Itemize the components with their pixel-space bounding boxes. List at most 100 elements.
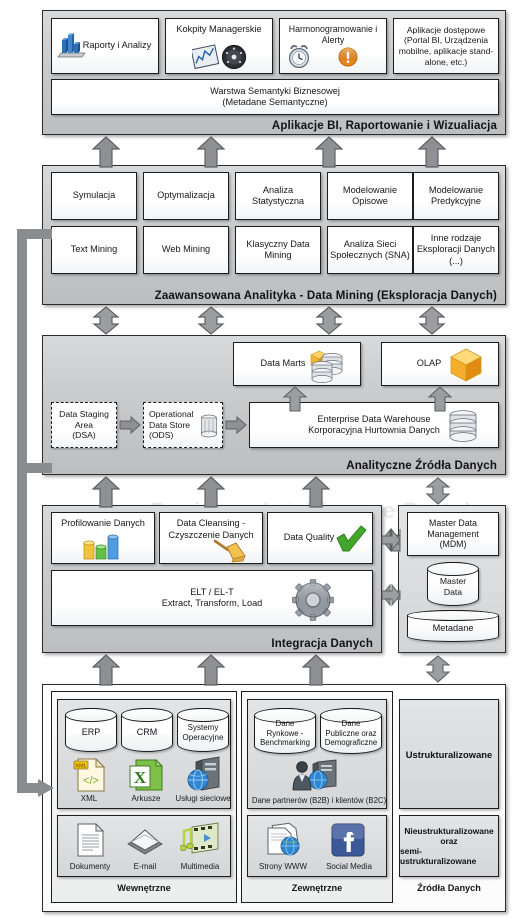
- cylinder-metadane[interactable]: Metadane: [406, 609, 500, 642]
- ods-line2: Data Store: [149, 419, 191, 430]
- semantic-layer-line2: (Metadane Semantyczne): [222, 97, 328, 107]
- multimedia-icon[interactable]: [180, 821, 220, 859]
- card-data-quality[interactable]: Data Quality: [267, 512, 373, 564]
- cylinder-dane-rynkowe[interactable]: Dane Rynkowe - Benchmarking: [253, 707, 317, 754]
- strony-www-label: Strony WWW: [259, 862, 307, 871]
- mdm-line2: Management: [427, 528, 479, 539]
- card-label: Modelowanie Opisowe: [342, 184, 398, 207]
- dane-rynkowe-line2: Rynkowe -: [266, 728, 304, 738]
- arrow-up-bi-2: [197, 136, 225, 168]
- caption-zewnetrzne: Zewnętrzne: [291, 883, 343, 893]
- layer-data-integration: Profilowanie Danych Data Cleansing - Czy…: [42, 505, 382, 653]
- card-etl[interactable]: ELT / EL-T Extract, Transform, Load: [51, 570, 373, 626]
- card-klasyczny-data-mining[interactable]: Klasyczny Data Mining: [235, 226, 321, 274]
- card-label: Klasyczny Data Mining: [246, 238, 310, 261]
- ods-line3: (ODS): [149, 430, 174, 441]
- card-data-cleansing[interactable]: Data Cleansing - Czyszczenie Danych: [159, 512, 263, 564]
- card-profilowanie-danych[interactable]: Profilowanie Danych: [51, 512, 155, 564]
- card-label: Data Quality: [283, 532, 335, 543]
- arkusze-label: Arkusze: [131, 794, 161, 803]
- caption-zrodla-danych: Źródła Danych: [417, 883, 481, 893]
- card-analiza-sieci-spolecznych[interactable]: Analiza Sieci Społecznych (SNA): [327, 226, 413, 274]
- unstructured-line1: Nieustrukturalizowane: [404, 826, 494, 836]
- band-structured-external: Dane Rynkowe - Benchmarking Dane Publicz…: [247, 699, 387, 809]
- master-data-line1: Master: [439, 576, 467, 587]
- envelope-icon[interactable]: [124, 826, 166, 858]
- card-text-mining[interactable]: Text Mining: [51, 226, 137, 274]
- layer-bi-apps: Raporty i Analizy Kokpity Managerskie Ha…: [42, 10, 506, 135]
- card-modelowanie-opisowe[interactable]: Modelowanie Opisowe: [327, 172, 413, 220]
- arrow-updown-aa-1: [92, 306, 120, 335]
- partners-server-icon[interactable]: [292, 758, 348, 792]
- semantic-layer-card[interactable]: Warstwa Semantyki Biznesowej (Metadane S…: [51, 79, 499, 115]
- web-page-globe-icon[interactable]: [264, 822, 304, 858]
- card-label: Text Mining: [70, 244, 118, 255]
- arrow-up-di-1: [92, 654, 120, 686]
- band-unstructured-external: Strony WWW Social Media: [247, 815, 387, 877]
- etl-line2: Extract, Transform, Load: [161, 598, 263, 608]
- alert-exclamation-icon: [338, 47, 358, 67]
- arrow-up-as-1: [92, 476, 120, 508]
- cylinder-dane-publiczne[interactable]: Dane Publiczne oraz Demograficzne: [319, 707, 383, 754]
- caption-wewnetrzne: Wewnętrzne: [117, 883, 171, 893]
- cylinder-crm[interactable]: CRM: [120, 707, 174, 752]
- label-structured: Ustrukturalizowane: [399, 699, 499, 809]
- arrow-updown-aa-3: [315, 306, 343, 335]
- dane-rynkowe-label: Dane Rynkowe - Benchmarking: [260, 714, 310, 747]
- database-icon: [200, 414, 218, 438]
- card-optymalizacja[interactable]: Optymalizacja: [143, 172, 229, 220]
- card-olap[interactable]: OLAP: [381, 342, 499, 386]
- card-data-marts[interactable]: Data Marts: [233, 342, 361, 386]
- card-modelowanie-predykcyjne[interactable]: Modelowanie Predykcyjne: [413, 172, 499, 220]
- svg-text:</>: </>: [83, 775, 99, 787]
- arrow-updown-mdm-top: [425, 477, 451, 505]
- etl-line1: ELT / EL-T: [190, 586, 234, 597]
- card-operational-data-store[interactable]: Operational Data Store (ODS): [143, 402, 223, 448]
- xml-file-icon[interactable]: XML </>: [72, 757, 106, 793]
- email-label: E-mail: [133, 862, 157, 871]
- card-aplikacje-dostepowe[interactable]: Aplikacje dostępowe (Portal BI, Urządzen…: [393, 18, 499, 74]
- arrow-leftright-mdm-2: [381, 580, 401, 610]
- cylinder-erp[interactable]: ERP: [64, 707, 118, 752]
- dane-partnerow-label: Dane partnerów (B2B) i klientów (B2C): [251, 796, 387, 805]
- dashboard-gauge-icon: [192, 44, 250, 70]
- layer-title-analytical-sources: Analityczne Źródła Danych: [346, 460, 497, 472]
- card-web-mining[interactable]: Web Mining: [143, 226, 229, 274]
- edw-line1: Enterprise Data Warehouse: [317, 413, 431, 424]
- arrow-up-bi-3: [315, 136, 343, 168]
- card-inne-rodzaje-eksploracji[interactable]: Inne rodzaje Eksploracji Danych (...): [413, 226, 499, 274]
- facebook-social-icon[interactable]: [330, 822, 366, 858]
- structured-label: Ustrukturalizowane: [405, 748, 493, 760]
- semantic-layer-line1: Warstwa Semantyki Biznesowej: [210, 85, 340, 96]
- arrow-up-di-2: [197, 654, 225, 686]
- layer-title-data-integration: Integracja Danych: [271, 638, 373, 650]
- cylinder-master-data[interactable]: Master Data: [426, 561, 480, 606]
- arrow-up-bi-4: [418, 136, 446, 168]
- database-stack-icon: [446, 409, 480, 443]
- spreadsheet-icon[interactable]: X: [128, 757, 164, 793]
- dsa-line2: Area: [74, 419, 94, 430]
- card-raporty-i-analizy[interactable]: Raporty i Analizy: [51, 18, 159, 74]
- unstructured-line3: semi-ustrukturalizowane: [400, 846, 477, 866]
- master-data-line2: Data: [443, 586, 463, 597]
- card-kokpity-managerskie[interactable]: Kokpity Managerskie: [165, 18, 273, 74]
- dane-rynkowe-line1: Dane: [275, 719, 295, 729]
- dane-publiczne-line2: Publiczne oraz: [325, 728, 377, 738]
- card-analiza-statystyczna[interactable]: Analiza Statystyczna: [235, 172, 321, 220]
- card-data-staging-area[interactable]: Data Staging Area (DSA): [51, 402, 117, 448]
- label-unstructured: Nieustrukturalizowane oraz semi-ustruktu…: [399, 815, 499, 877]
- arrow-leftright-mdm-1: [381, 525, 401, 555]
- card-symulacja[interactable]: Symulacja: [51, 172, 137, 220]
- arrow-up-di-3: [302, 654, 330, 686]
- web-service-icon[interactable]: [186, 756, 224, 794]
- layer-title-bi-apps: Aplikacje BI, Raportowanie i Wizualiacja: [271, 120, 497, 132]
- uslugi-sieciowe-label: Usługi sieciowe: [175, 794, 231, 803]
- card-harmonogramowanie-i-alerty[interactable]: Harmonogramowanie i Alerty: [279, 18, 387, 74]
- cylinder-systemy-operacyjne[interactable]: Systemy Operacyjne: [176, 707, 230, 752]
- xml-label: XML: [80, 794, 98, 803]
- card-label: Symulacja: [72, 190, 116, 201]
- bar-chart-icon: [56, 31, 86, 61]
- card-mdm[interactable]: Master Data Management (MDM): [407, 512, 499, 556]
- arrow-right-ods-edw: [225, 416, 247, 434]
- document-icon[interactable]: [74, 822, 106, 858]
